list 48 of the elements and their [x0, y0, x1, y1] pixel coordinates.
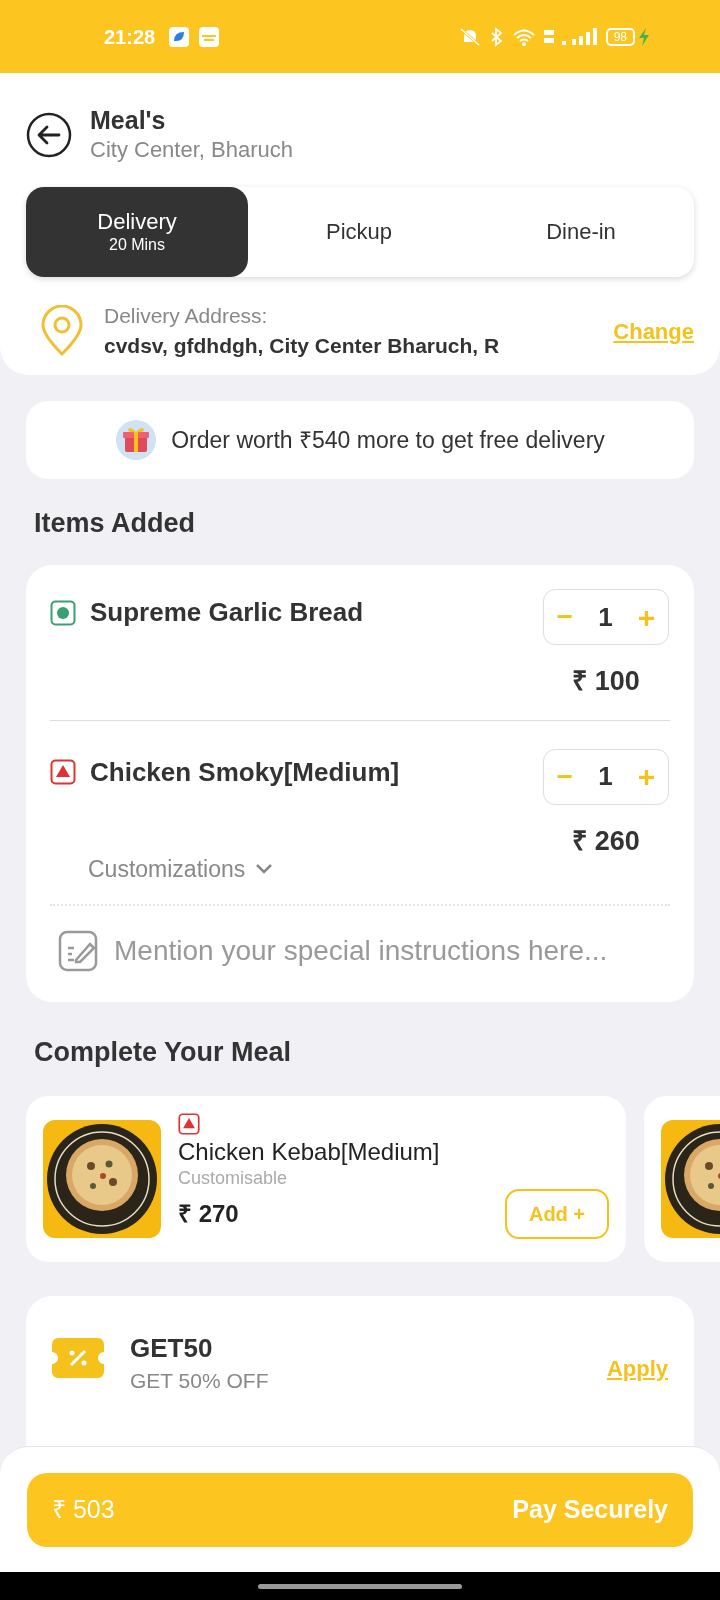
add-button[interactable]: Add + [505, 1189, 609, 1239]
home-indicator[interactable] [258, 1583, 462, 1589]
note-edit-icon [58, 930, 100, 972]
veg-mark-icon [50, 599, 76, 626]
non-veg-mark-icon [50, 759, 76, 785]
coupon-description: GET 50% OFF [130, 1368, 270, 1394]
mute-bell-icon [457, 26, 482, 47]
change-address-link[interactable]: Change [613, 314, 694, 348]
address-text: cvdsv, gfdhdgh, City Center Bharuch, R [104, 333, 501, 359]
order-type-tab[interactable]: Delivery 20 Mins [26, 187, 248, 277]
suggestion-note: Customisable [178, 1167, 289, 1189]
battery-indicator: 98 [605, 27, 635, 46]
customizations-toggle[interactable]: Customizations [88, 851, 274, 886]
calendar-notification-icon [199, 26, 220, 47]
quantity-value: 1 [598, 600, 613, 634]
increase-button[interactable]: + [637, 594, 656, 640]
restaurant-location: City Center, Bharuch [90, 136, 293, 164]
pay-label: Pay Securely [512, 1494, 668, 1526]
free-delivery-text: Order worth ₹540 more to get free delivery [171, 425, 605, 455]
location-pin-icon [40, 305, 84, 357]
section-title: Complete Your Meal [34, 1036, 293, 1069]
decrease-button[interactable]: − [556, 755, 573, 798]
non-veg-mark-icon [178, 1113, 200, 1135]
bluetooth-icon [489, 26, 504, 47]
item-name: Supreme Garlic Bread [90, 596, 364, 629]
suggestion-price: ₹ 270 [178, 1199, 239, 1229]
charging-icon [638, 26, 650, 47]
section-title: Items Added [34, 507, 197, 540]
decrease-button[interactable]: − [556, 596, 573, 638]
gift-icon [115, 419, 158, 461]
item-price: ₹ 100 [572, 665, 640, 698]
special-instructions-field[interactable]: Mention your special instructions here... [114, 930, 662, 972]
address-label: Delivery Address: [104, 303, 269, 329]
signal-icon [559, 26, 598, 47]
item-name: Chicken Smoky[Medium] [90, 755, 400, 789]
pay-button[interactable]: ₹ 503 Pay Securely [27, 1473, 693, 1547]
total-amount: ₹ 503 [52, 1494, 115, 1526]
item-price: ₹ 260 [572, 824, 640, 858]
apply-coupon-link[interactable]: Apply [606, 1352, 668, 1385]
status-time: 21:28 [104, 24, 156, 50]
increase-button[interactable]: + [637, 754, 656, 799]
coupon-icon [52, 1338, 104, 1378]
quantity-value: 1 [598, 760, 613, 793]
chevron-down-icon [255, 862, 274, 875]
restaurant-name: Meal's [90, 105, 167, 135]
app-notification-icon [169, 26, 190, 47]
suggestion-name: Chicken Kebab[Medium] [178, 1137, 441, 1167]
coupon-code: GET50 [130, 1332, 214, 1364]
